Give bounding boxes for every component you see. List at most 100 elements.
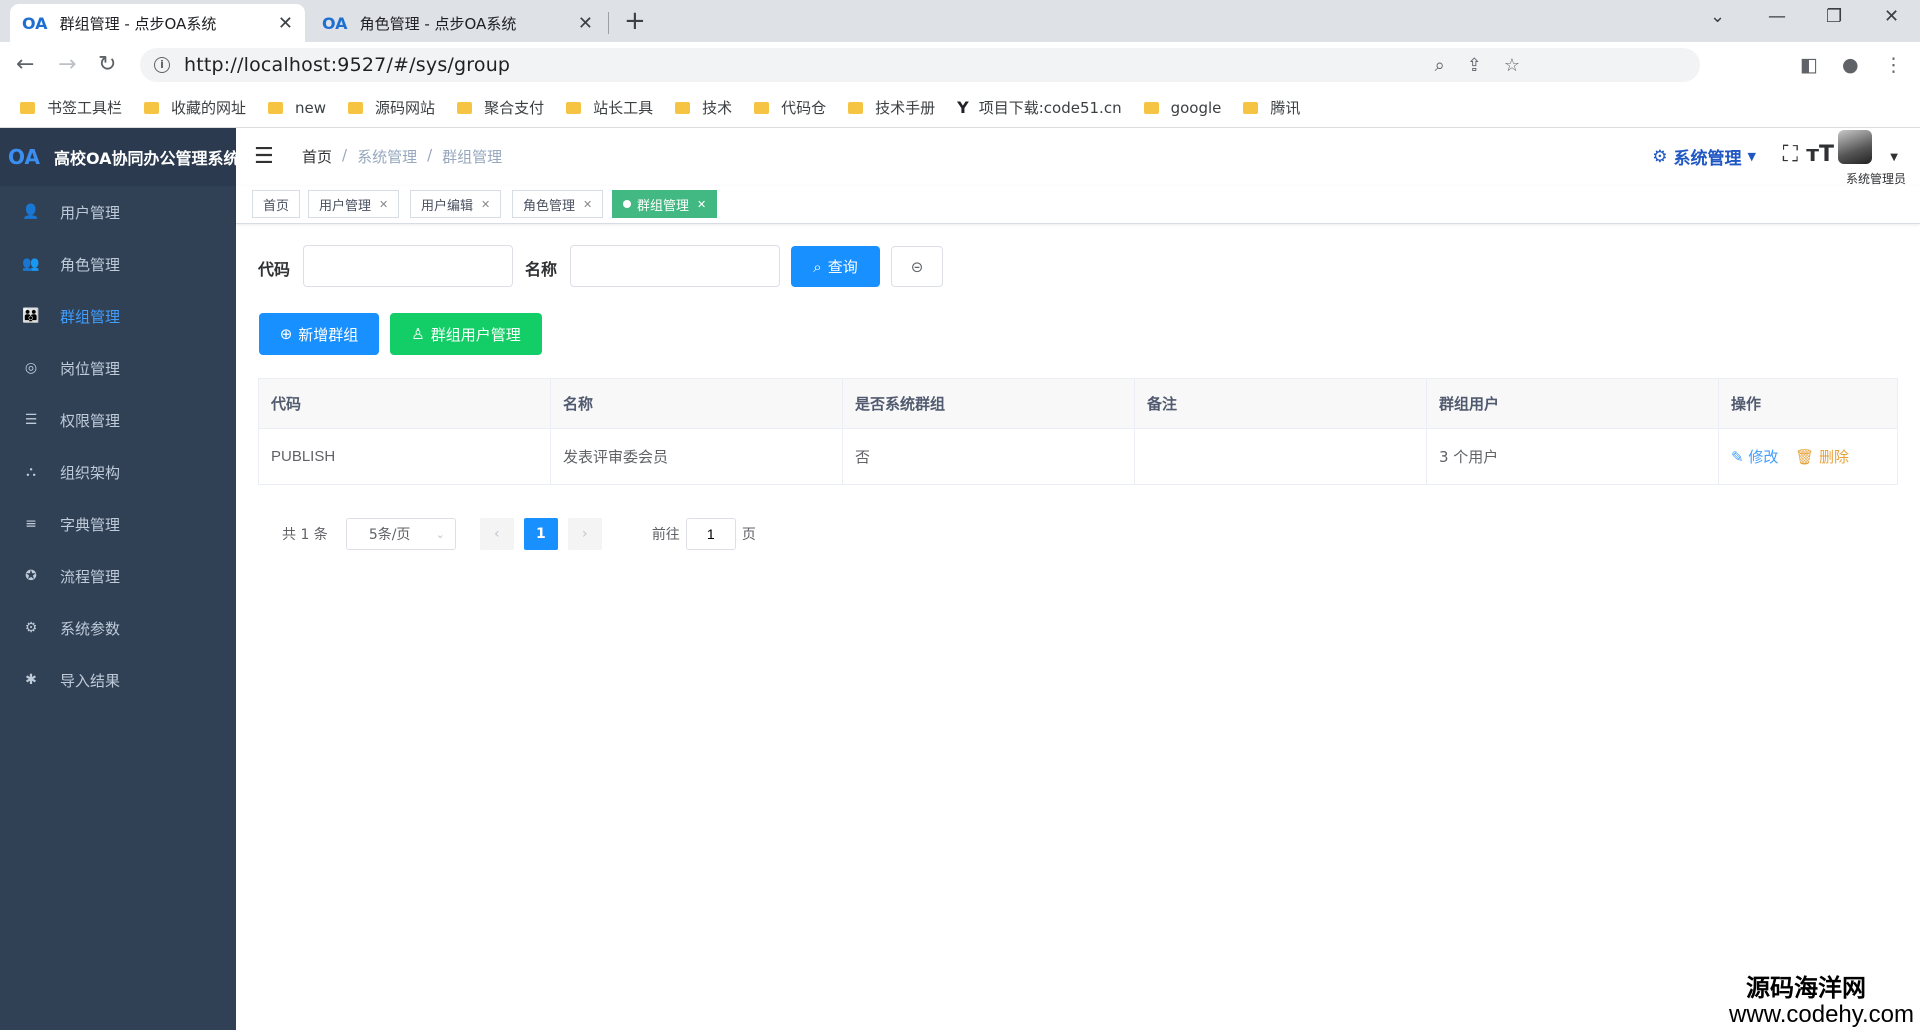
- group-icon: 👪: [22, 308, 40, 324]
- column-header: 代码: [258, 378, 551, 429]
- bookmark-item[interactable]: google: [1143, 99, 1221, 117]
- close-icon[interactable]: ✕: [481, 198, 490, 211]
- sidebar-item-dict[interactable]: ≡ 字典管理: [0, 498, 236, 550]
- breadcrumb-home[interactable]: 首页: [302, 146, 332, 167]
- group-user-button[interactable]: ♙ 群组用户管理: [390, 313, 542, 355]
- name-label: 名称: [525, 260, 558, 279]
- folder-icon: [20, 101, 35, 114]
- bookmark-item[interactable]: 技术手册: [848, 97, 935, 118]
- minimize-icon[interactable]: —: [1768, 6, 1786, 27]
- reset-button[interactable]: ⊝: [891, 246, 943, 287]
- breadcrumb-separator: /: [427, 146, 433, 164]
- plus-circle-icon: ⊕: [279, 325, 293, 343]
- sidebar-item-posts[interactable]: ◎ 岗位管理: [0, 342, 236, 394]
- side-panel-icon[interactable]: ◧: [1800, 54, 1818, 76]
- forward-icon[interactable]: →: [58, 52, 76, 77]
- sidebar-item-groups[interactable]: 👪 群组管理: [0, 290, 236, 342]
- bookmark-item[interactable]: 站长工具: [566, 97, 653, 118]
- app-logo[interactable]: OA 高校OA协同办公管理系统: [0, 128, 240, 186]
- code-input[interactable]: [303, 245, 513, 287]
- search-button[interactable]: ⌕ 查询: [791, 246, 880, 287]
- back-icon[interactable]: ←: [16, 52, 34, 77]
- import-icon: ✱: [25, 672, 37, 688]
- bookmark-item[interactable]: 聚合支付: [457, 97, 544, 118]
- reload-icon[interactable]: ↻: [98, 52, 116, 77]
- caret-down-icon[interactable]: ▼: [1890, 152, 1898, 163]
- watermark-line1: 源码海洋网: [1746, 974, 1866, 1003]
- permission-icon: ☰: [24, 412, 38, 428]
- bookmarks-bar: 书签工具栏 收藏的网址 new 源码网站 聚合支付 站长工具 技术 代码仓 技术…: [0, 88, 1920, 128]
- sidebar-item-flow[interactable]: ✪ 流程管理: [0, 550, 236, 602]
- bookmark-item[interactable]: 代码仓: [754, 97, 826, 118]
- breadcrumb-separator: /: [342, 146, 348, 164]
- caret-down-icon: ▼: [1747, 150, 1756, 163]
- system-menu-dropdown[interactable]: ⚙ 系统管理 ▼: [1652, 144, 1756, 170]
- tab-search-icon[interactable]: ⌄: [1710, 6, 1725, 27]
- bookmark-item[interactable]: 技术: [675, 97, 732, 118]
- browser-tab-role[interactable]: OA 角色管理 - 点步OA系统 ✕: [310, 4, 605, 42]
- bookmark-item[interactable]: new: [268, 99, 326, 117]
- cell-code: PUBLISH: [258, 428, 551, 485]
- sidebar-item-users[interactable]: 👤 用户管理: [0, 186, 236, 238]
- cell-users: 3 个用户: [1426, 428, 1719, 485]
- sidebar-item-import[interactable]: ✱ 导入结果: [0, 654, 236, 706]
- browser-tab-title: 群组管理 - 点步OA系统: [59, 14, 217, 33]
- address-input[interactable]: i http://localhost:9527/#/sys/group ⌕ ⇪ …: [140, 48, 1700, 82]
- tag-home[interactable]: 首页: [252, 190, 301, 218]
- column-header: 名称: [550, 378, 843, 429]
- bookmark-item[interactable]: 源码网站: [348, 97, 435, 118]
- bookmark-item[interactable]: 书签工具栏: [20, 97, 122, 118]
- window-close-icon[interactable]: ✕: [1884, 6, 1899, 27]
- bookmark-item[interactable]: 腾讯: [1243, 97, 1300, 118]
- delete-button[interactable]: 🗑 删除: [1795, 448, 1849, 466]
- share-icon[interactable]: ⇪: [1467, 55, 1482, 76]
- sidebar-item-params[interactable]: ⚙ 系统参数: [0, 602, 236, 654]
- tag-groups[interactable]: 群组管理 ✕: [612, 190, 718, 218]
- tag-users[interactable]: 用户管理 ✕: [308, 190, 400, 218]
- page-jump-input[interactable]: [685, 518, 736, 550]
- bookmark-item[interactable]: 收藏的网址: [144, 97, 246, 118]
- profile-icon[interactable]: ●: [1842, 54, 1859, 76]
- org-icon: ⛬: [26, 464, 36, 480]
- sidebar-item-permissions[interactable]: ☰ 权限管理: [0, 394, 236, 446]
- hamburger-icon[interactable]: ☰: [254, 144, 274, 169]
- goto-label: 前往: [651, 527, 680, 543]
- page-size-select[interactable]: 5条/页 ⌄: [345, 518, 456, 550]
- bookmark-item[interactable]: Y 项目下载:code51.cn: [957, 97, 1121, 118]
- sidebar-item-org[interactable]: ⛬ 组织架构: [0, 446, 236, 498]
- close-icon[interactable]: ✕: [583, 198, 592, 211]
- role-icon: 👥: [22, 256, 40, 272]
- browser-tab-title: 角色管理 - 点步OA系统: [359, 14, 517, 33]
- avatar[interactable]: [1838, 130, 1872, 164]
- page-number-button[interactable]: 1: [523, 518, 558, 550]
- new-tab-button[interactable]: +: [624, 6, 646, 36]
- tag-roles[interactable]: 角色管理 ✕: [512, 190, 604, 218]
- name-input[interactable]: [570, 245, 780, 287]
- close-tab-icon[interactable]: ✕: [278, 13, 293, 34]
- sidebar-item-roles[interactable]: 👥 角色管理: [0, 238, 236, 290]
- prev-page-button[interactable]: ‹: [479, 518, 514, 550]
- close-icon[interactable]: ✕: [379, 198, 388, 211]
- chevron-left-icon: ‹: [494, 526, 500, 542]
- bookmark-star-icon[interactable]: ☆: [1504, 55, 1520, 76]
- close-icon[interactable]: ✕: [697, 198, 706, 211]
- site-info-icon[interactable]: i: [154, 57, 170, 73]
- restore-icon[interactable]: ❐: [1826, 6, 1842, 27]
- folder-icon: [566, 101, 582, 114]
- url-text: http://localhost:9527/#/sys/group: [184, 54, 511, 76]
- zoom-icon[interactable]: ⌕: [1435, 55, 1445, 76]
- fullscreen-icon[interactable]: ⛶: [1783, 142, 1798, 167]
- browser-tab-group[interactable]: OA 群组管理 - 点步OA系统 ✕: [10, 4, 305, 42]
- folder-icon: [457, 101, 473, 114]
- tag-user-edit[interactable]: 用户编辑 ✕: [410, 190, 502, 218]
- column-header: 是否系统群组: [842, 378, 1135, 429]
- table-header-row: 代码 名称 是否系统群组 备注 群组用户 操作: [258, 378, 1898, 429]
- search-icon: ⌕: [813, 257, 822, 276]
- next-page-button[interactable]: ›: [567, 518, 602, 550]
- close-tab-icon[interactable]: ✕: [578, 13, 593, 34]
- edit-button[interactable]: ✎ 修改: [1731, 448, 1778, 466]
- browser-menu-icon[interactable]: ⋮: [1884, 54, 1903, 76]
- add-group-button[interactable]: ⊕ 新增群组: [259, 313, 379, 355]
- active-dot-icon: [623, 200, 631, 208]
- font-size-icon[interactable]: ᴛT: [1806, 142, 1834, 167]
